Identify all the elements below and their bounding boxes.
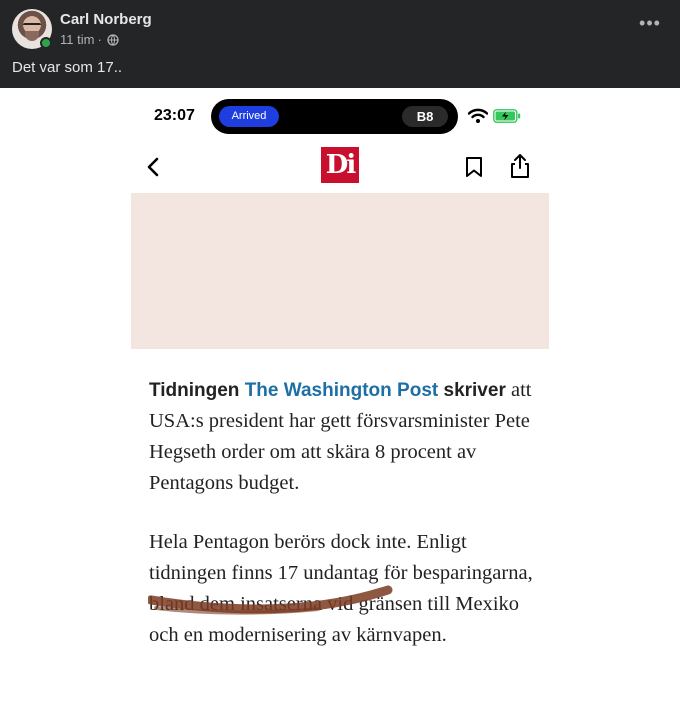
avatar-beard: [25, 31, 39, 41]
globe-icon[interactable]: [107, 33, 119, 46]
washington-post-link[interactable]: The Washington Post: [245, 380, 439, 401]
lead-prefix: Tidningen: [149, 380, 245, 401]
di-logo[interactable]: Di: [321, 147, 359, 183]
post-time[interactable]: 11 tim: [60, 32, 94, 47]
post-text: Det var som 17..: [12, 59, 123, 76]
article-paragraph-1: Tidningen The Washington Post skriver at…: [149, 375, 539, 499]
bookmark-icon[interactable]: [463, 155, 485, 179]
post-header: Carl Norberg 11 tim · ••• Det var som 17…: [0, 0, 680, 88]
back-icon[interactable]: [144, 155, 164, 179]
activity-arrived-pill: Arrived: [219, 106, 279, 127]
author-name[interactable]: Carl Norberg: [60, 11, 152, 28]
status-time: 23:07: [154, 107, 195, 124]
meta-separator: ·: [97, 32, 102, 47]
avatar-glasses: [23, 23, 41, 28]
wifi-icon: [468, 108, 488, 123]
article-paragraph-2: Hela Pentagon berörs dock inte. Enligt t…: [149, 531, 533, 646]
share-icon[interactable]: [508, 153, 532, 179]
post-meta: 11 tim ·: [60, 32, 119, 47]
lead-suffix: skriver: [438, 380, 506, 401]
more-options-icon[interactable]: •••: [638, 14, 662, 38]
article-hero-image: [131, 193, 549, 349]
online-status-dot: [40, 37, 52, 49]
battery-charging-icon: [493, 109, 521, 123]
activity-badge: B8: [402, 106, 448, 127]
